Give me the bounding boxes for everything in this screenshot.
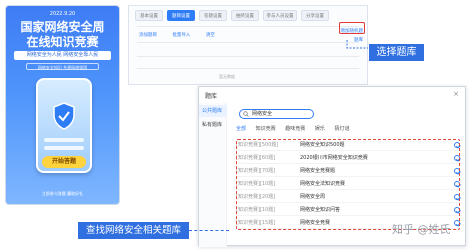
question-settings-panel: 基本设置 题目设置 答题设置 抽奖设置 参与人员设置 分享设置 添加题目 批量导… [128,5,368,85]
phone-line [44,146,84,150]
bank-sidebar: 公共题库 私有题库 [199,103,227,247]
search-icon [243,111,249,117]
watermark-text: 知乎 @姓氏 [392,223,451,236]
tab-questions[interactable]: 题目设置 [167,10,195,21]
divider [137,42,359,43]
divider [137,68,359,69]
category-knowledge[interactable]: 知识竞赛 [256,126,276,132]
category-entertainment[interactable]: 娱乐 [315,126,325,132]
callout-connector [189,230,229,231]
quiz-poster: 2022.9.20 国家网络安全周 在线知识竞赛 网络安全为人民 网络安全靠人民… [5,5,120,205]
arrow-icon [346,40,368,49]
screenshot-root: 2022.9.20 国家网络安全周 在线知识竞赛 网络安全为人民 网络安全靠人民… [0,0,474,250]
category-filter: 全部 知识竞赛 趣味竞赛 娱乐 猜灯谜 [236,125,357,132]
shield-icon [53,102,75,130]
empty-state-text: 暂无数据 [219,74,235,79]
phone-line [44,138,84,142]
category-all[interactable]: 全部 [236,126,246,132]
poster-footer: 立即参与答题 赢取好礼 [41,191,84,196]
select-bank-callout: 选择题库 [369,44,424,61]
category-riddles[interactable]: 猜灯谜 [334,126,349,132]
sidebar-item-public[interactable]: 公共题库 [199,105,227,117]
tab-basic[interactable]: 基本设置 [135,10,163,21]
poster-date: 2022.9.20 [49,11,76,17]
close-icon[interactable]: × [453,90,459,98]
search-value: 网络安全 [252,111,273,117]
tab-participants[interactable]: 参与人员设置 [263,10,297,21]
results-highlight-box [236,139,460,230]
poster-title-line2: 在线知识竞赛 [26,35,99,49]
question-toolbar: 添加题目 批量导入 清空 [139,32,229,38]
tab-lottery[interactable]: 抽奖设置 [231,10,259,21]
settings-tabs: 基本设置 题目设置 答题设置 抽奖设置 参与人员设置 分享设置 [129,10,367,22]
tab-share[interactable]: 分享设置 [301,10,329,21]
add-question-button[interactable]: 添加题目 [139,33,157,38]
poster-tagline: 网络安全知识 共建网络强国 [26,63,99,70]
tab-answering[interactable]: 答题设置 [199,10,227,21]
bank-search-input[interactable]: 网络安全 [239,109,314,119]
category-fun[interactable]: 趣味竞赛 [285,126,305,132]
clear-button[interactable]: 清空 [206,33,215,38]
bank-button-highlight [339,22,365,34]
divider [137,26,359,27]
start-quiz-button[interactable]: 开始答题 [42,156,86,168]
sidebar-item-private[interactable]: 私有题库 [199,119,227,131]
poster-subtitle: 网络安全为人民 网络安全靠人民 [14,51,111,60]
dialog-title: 题库 [205,93,218,100]
divider [137,56,359,57]
batch-import-button[interactable]: 批量导入 [172,33,190,38]
find-bank-callout: 查找网络安全相关题库 [78,222,189,239]
